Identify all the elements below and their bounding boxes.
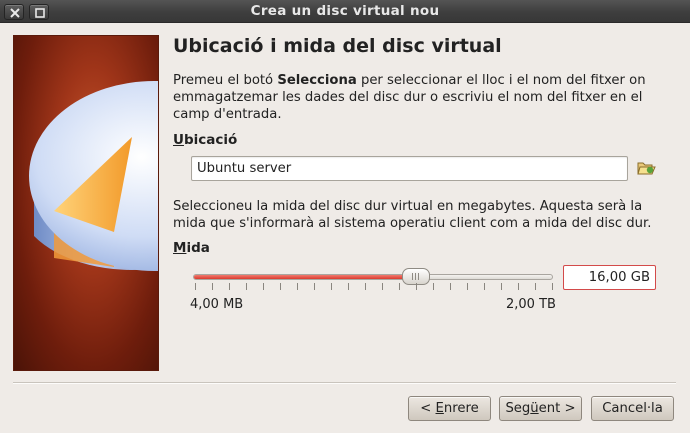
slider-tick xyxy=(195,283,196,290)
slider-tick xyxy=(416,283,417,290)
size-label-accel: M xyxy=(173,240,187,256)
size-label-rest: ida xyxy=(186,240,210,256)
slider-tick xyxy=(263,283,264,290)
back-button-accel: E xyxy=(435,401,444,416)
slider-tick xyxy=(348,283,349,290)
wizard-side-image xyxy=(13,35,159,371)
window-titlebar[interactable]: Crea un disc virtual nou xyxy=(0,0,690,23)
slider-tick xyxy=(314,283,315,290)
slider-tick xyxy=(212,283,213,290)
size-slider-ticks xyxy=(195,283,553,291)
slider-tick xyxy=(365,283,366,290)
intro-text-bold: Selecciona xyxy=(277,73,357,88)
slider-tick xyxy=(467,283,468,290)
slider-tick xyxy=(246,283,247,290)
slider-tick xyxy=(433,283,434,290)
size-label: Mida xyxy=(173,240,210,256)
slider-tick xyxy=(280,283,281,290)
back-button-rest: nrere xyxy=(443,401,479,416)
location-input[interactable] xyxy=(191,156,628,181)
slider-tick xyxy=(484,283,485,290)
intro-text: Premeu el botó Selecciona per selecciona… xyxy=(173,72,653,123)
next-button-prefix: Seg xyxy=(505,401,531,416)
hard-disk-illustration xyxy=(29,81,158,271)
back-button[interactable]: < Enrere xyxy=(408,396,491,421)
slider-tick xyxy=(399,283,400,290)
slider-tick xyxy=(229,283,230,290)
browse-location-button[interactable] xyxy=(636,159,656,177)
cancel-button[interactable]: Cancel·la xyxy=(591,396,674,421)
slider-tick xyxy=(501,283,502,290)
location-label-accel: U xyxy=(173,132,184,148)
intro-text-part1: Premeu el botó xyxy=(173,73,278,88)
slider-tick xyxy=(331,283,332,290)
slider-tick xyxy=(552,283,553,290)
slider-tick xyxy=(297,283,298,290)
window-title: Crea un disc virtual nou xyxy=(250,3,440,19)
size-slider-track[interactable] xyxy=(193,274,553,280)
slider-tick xyxy=(535,283,536,290)
page-title: Ubicació i mida del disc virtual xyxy=(173,35,502,57)
location-label: Ubicació xyxy=(173,132,237,148)
dialog-body: Ubicació i mida del disc virtual Premeu … xyxy=(0,23,690,433)
size-description: Seleccioneu la mida del disc dur virtual… xyxy=(173,199,652,231)
next-button-rest: ent > xyxy=(538,401,576,416)
folder-open-icon xyxy=(637,162,656,175)
slider-tick xyxy=(382,283,383,290)
location-label-rest: bicació xyxy=(183,132,238,148)
slider-tick xyxy=(518,283,519,290)
size-max-label: 2,00 TB xyxy=(506,297,556,312)
back-button-prefix: < xyxy=(420,401,436,416)
next-button-accel: ü xyxy=(530,401,539,416)
size-slider-fill xyxy=(194,275,417,279)
size-input[interactable] xyxy=(563,265,656,290)
slider-tick xyxy=(450,283,451,290)
button-separator xyxy=(13,382,676,384)
size-min-label: 4,00 MB xyxy=(190,297,244,312)
next-button[interactable]: Següent > xyxy=(499,396,582,421)
